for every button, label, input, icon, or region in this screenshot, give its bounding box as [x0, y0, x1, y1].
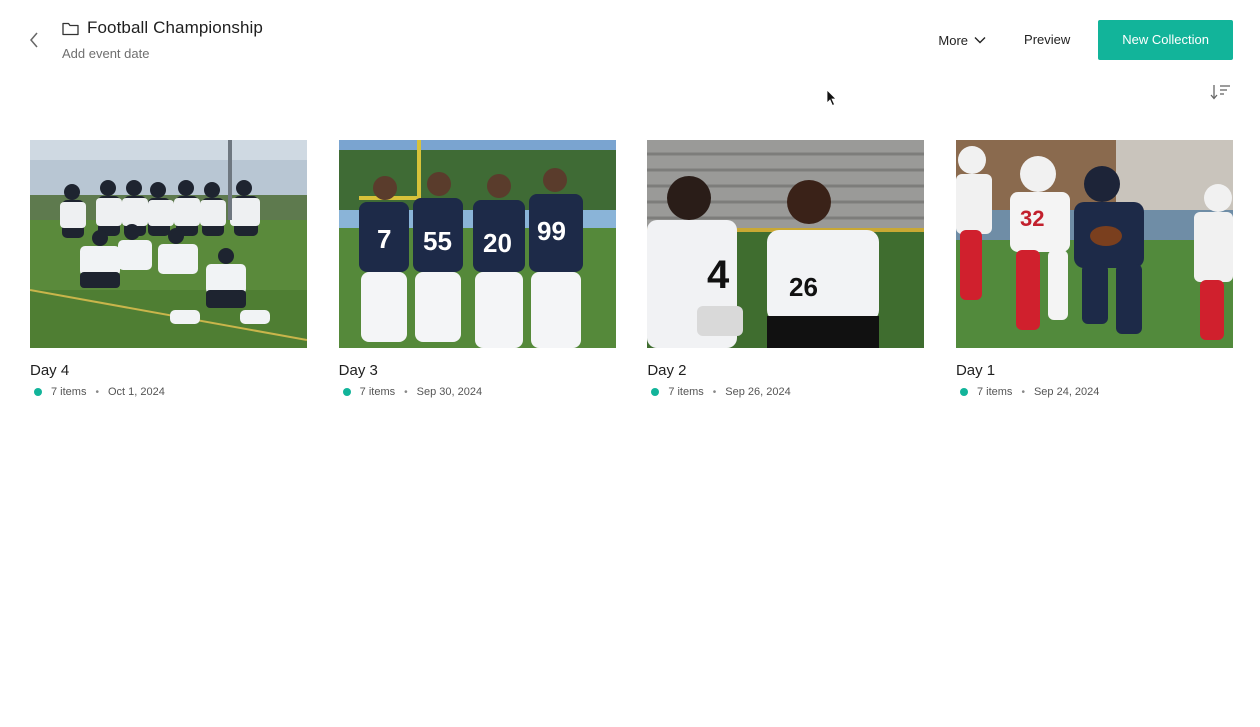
status-dot-icon — [651, 388, 660, 396]
collection-title: Day 2 — [647, 362, 687, 379]
app-window: Football Championship Add event date Mor… — [0, 0, 1260, 727]
svg-text:26: 26 — [789, 272, 818, 302]
folder-icon — [62, 22, 79, 35]
status-dot-icon — [959, 388, 968, 396]
mouse-pointer-icon — [826, 89, 837, 107]
status-dot-icon — [34, 388, 42, 396]
status-dot-icon — [342, 388, 351, 396]
collection-date: Oct 1, 2024 — [107, 386, 165, 398]
item-count: 7 items — [976, 386, 1013, 398]
title-block: Football Championship Add event date — [62, 16, 263, 61]
item-count: 7 items — [51, 386, 87, 398]
header-actions: More Preview New Collection — [924, 20, 1233, 60]
page-title: Football Championship — [87, 18, 263, 37]
svg-text:99: 99 — [537, 216, 566, 246]
more-dropdown-button[interactable]: More — [924, 20, 1000, 60]
item-count: 7 items — [359, 386, 396, 398]
collection-thumbnail — [30, 140, 307, 348]
collection-card[interactable]: Day 4 7 items • Oct 1, 2024 — [30, 140, 307, 398]
item-count: 7 items — [668, 386, 704, 398]
collection-thumbnail: 32 — [955, 140, 1233, 348]
back-button[interactable] — [22, 28, 46, 52]
collection-date: Sep 26, 2024 — [725, 386, 791, 398]
meta-separator: • — [95, 386, 99, 398]
collection-meta: 7 items • Sep 24, 2024 — [956, 386, 1233, 398]
collection-meta: 7 items • Sep 30, 2024 — [339, 386, 616, 398]
collection-title: Day 4 — [30, 362, 70, 379]
collection-thumbnail: 4 26 — [647, 140, 925, 348]
title-row: Football Championship — [62, 16, 263, 40]
sort-descending-icon[interactable] — [1210, 82, 1232, 102]
collection-thumbnail: 7 55 20 99 — [338, 140, 616, 348]
meta-separator: • — [712, 386, 717, 398]
collection-card[interactable]: 32 Day 1 7 items • Sep 24, 2024 — [955, 140, 1233, 398]
meta-separator: • — [1021, 386, 1025, 398]
collection-card[interactable]: 4 26 Day 2 7 items • Sep 26, 2024 — [647, 140, 925, 398]
chevron-down-icon — [974, 37, 986, 44]
collection-title: Day 3 — [338, 362, 378, 379]
svg-text:32: 32 — [1020, 206, 1044, 231]
collection-meta: 7 items • Sep 26, 2024 — [647, 386, 924, 398]
collection-grid: Day 4 7 items • Oct 1, 2024 7 55 20 99 D… — [30, 140, 1233, 398]
svg-text:7: 7 — [377, 224, 391, 254]
collection-date: Sep 30, 2024 — [416, 386, 483, 398]
preview-button[interactable]: Preview — [1010, 20, 1084, 60]
collection-date: Sep 24, 2024 — [1033, 386, 1100, 398]
collection-meta: 7 items • Oct 1, 2024 — [30, 386, 307, 398]
collection-card[interactable]: 7 55 20 99 Day 3 7 items • Sep 30, 2024 — [338, 140, 616, 398]
chevron-left-icon — [30, 32, 38, 48]
more-label: More — [938, 32, 969, 48]
collection-title: Day 1 — [955, 362, 996, 379]
new-collection-button[interactable]: New Collection — [1098, 20, 1233, 60]
add-event-date-link[interactable]: Add event date — [62, 46, 263, 61]
meta-separator: • — [404, 386, 408, 398]
svg-text:55: 55 — [423, 226, 452, 256]
svg-text:20: 20 — [483, 228, 512, 258]
svg-text:4: 4 — [707, 253, 730, 297]
